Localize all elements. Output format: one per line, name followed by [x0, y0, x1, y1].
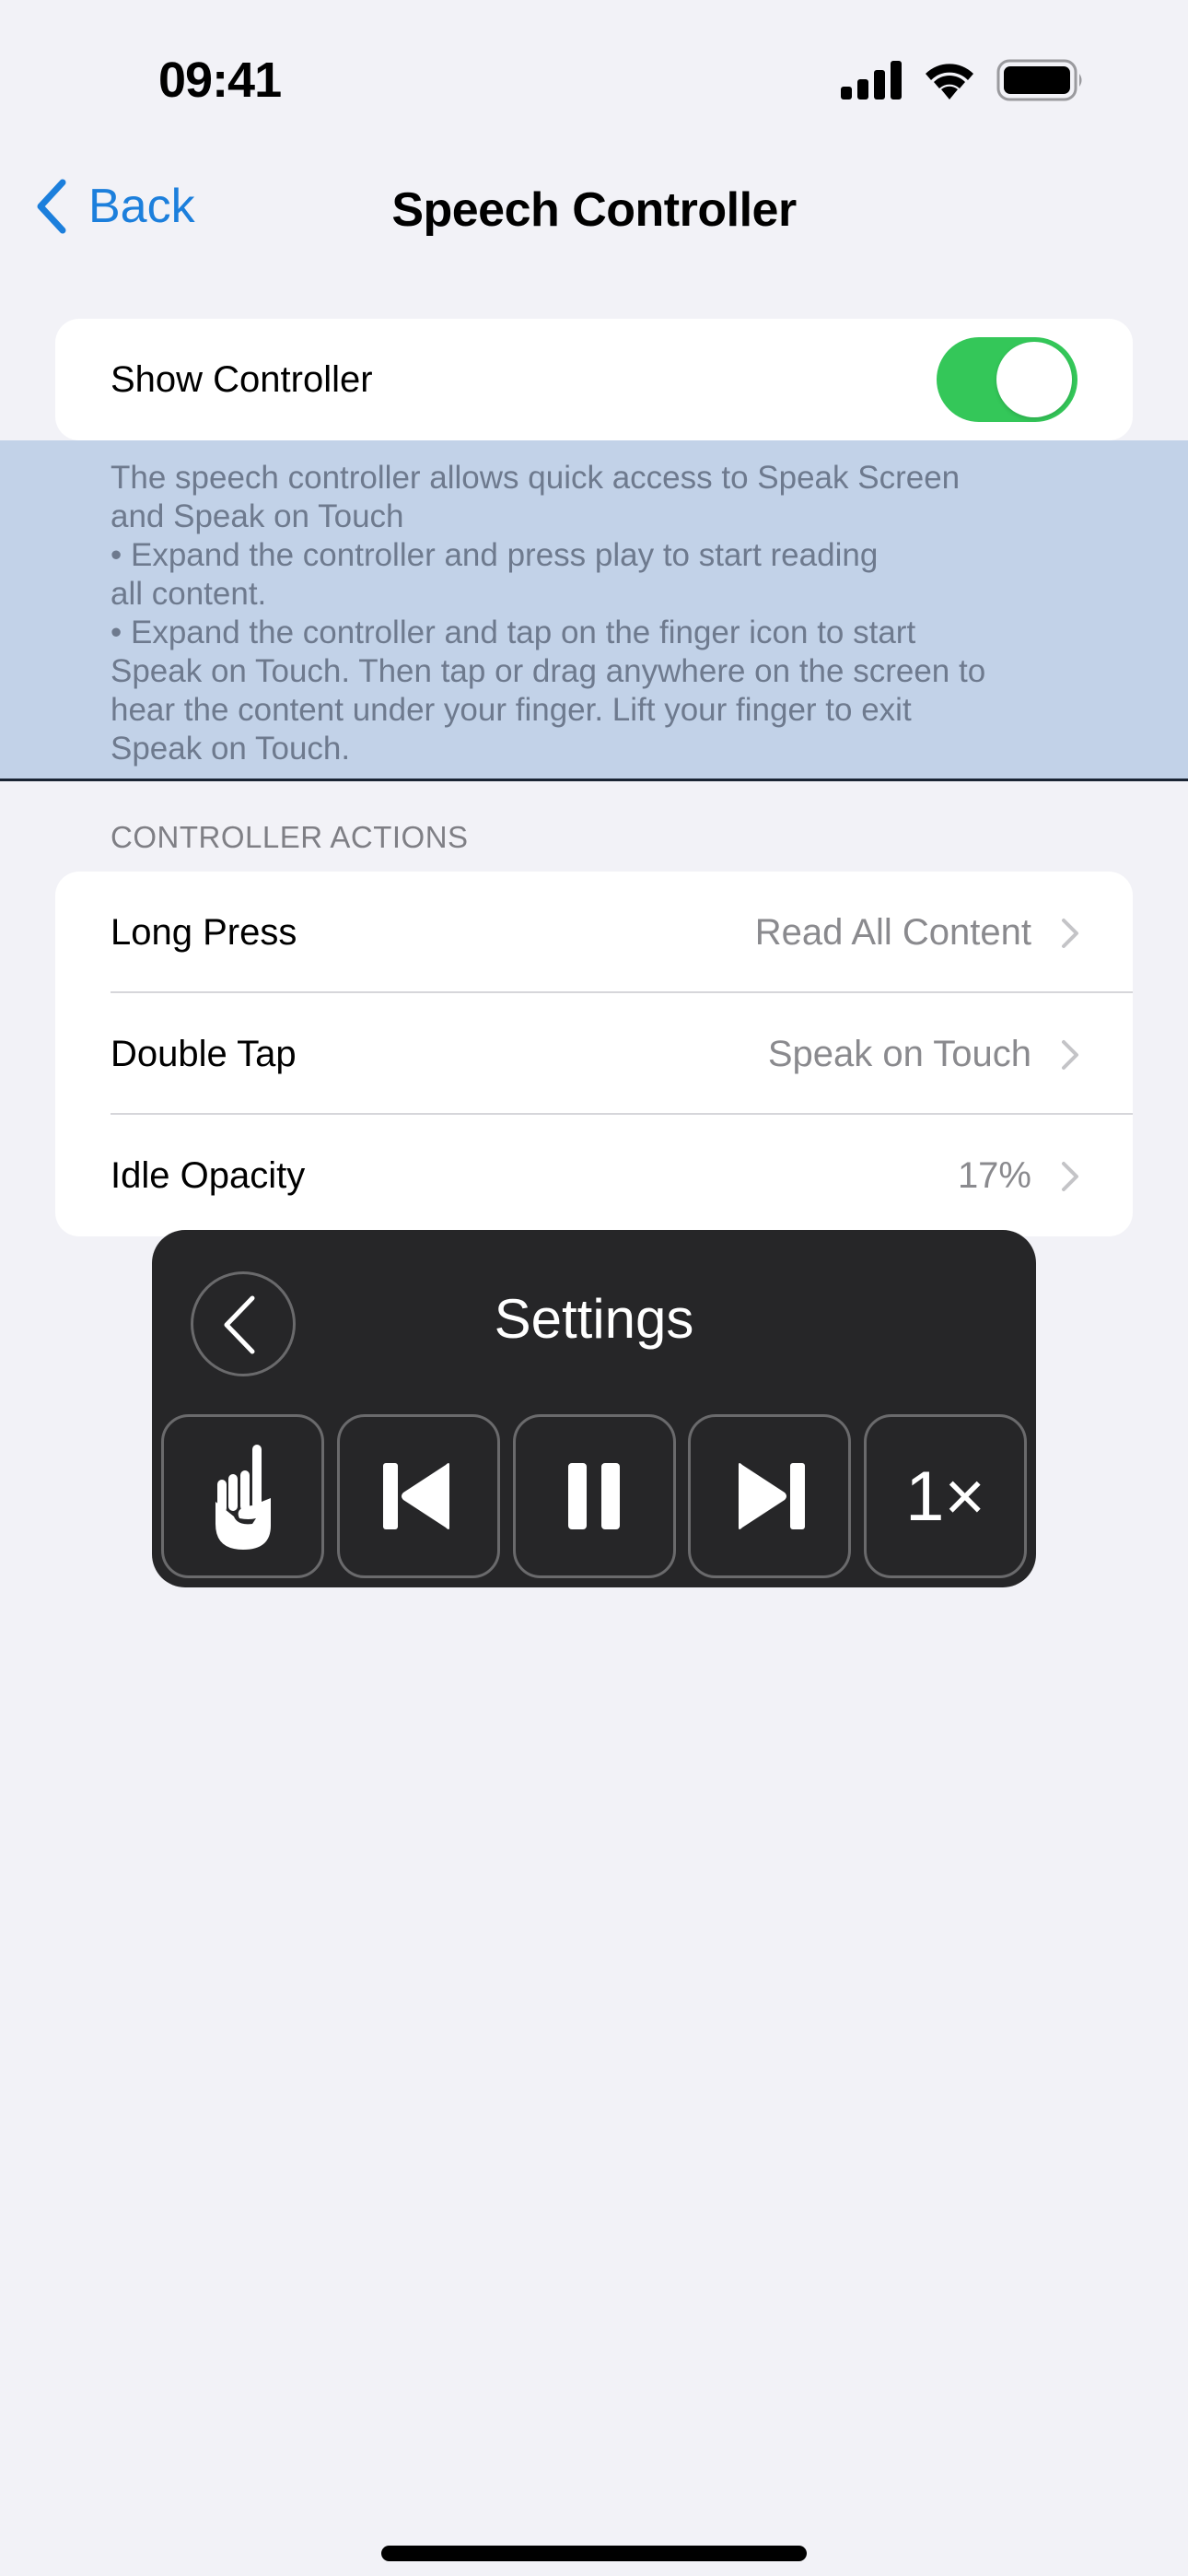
- row-value: 17%: [957, 1155, 1031, 1196]
- toggle-knob: [996, 342, 1072, 417]
- row-value: Read All Content: [754, 912, 1031, 953]
- navigation-bar: Back Speech Controller: [0, 175, 1188, 249]
- panel-buttons: 1×: [161, 1414, 1027, 1578]
- skip-backward-icon: [383, 1463, 450, 1529]
- chevron-right-icon: [1062, 1040, 1078, 1070]
- speech-controller-panel: Settings 1×: [152, 1230, 1036, 1587]
- battery-icon: [996, 59, 1082, 101]
- speed-button[interactable]: 1×: [864, 1414, 1027, 1578]
- page-title: Speech Controller: [391, 183, 797, 237]
- finger-point-icon: [215, 1445, 271, 1550]
- show-controller-label: Show Controller: [111, 359, 373, 400]
- pause-button[interactable]: [512, 1414, 676, 1578]
- skip-backward-button[interactable]: [336, 1414, 500, 1578]
- controller-actions-card: Long Press Read All Content Double Tap S…: [55, 872, 1133, 1236]
- row-label: Long Press: [111, 912, 297, 953]
- chevron-right-icon: [1062, 919, 1078, 948]
- status-time: 09:41: [158, 53, 282, 108]
- skip-forward-icon: [738, 1463, 805, 1529]
- double-tap-row[interactable]: Double Tap Speak on Touch: [55, 993, 1133, 1115]
- speed-label: 1×: [905, 1457, 985, 1536]
- footer-description-highlight: The speech controller allows quick acces…: [0, 440, 1188, 781]
- show-controller-toggle[interactable]: [937, 337, 1077, 422]
- row-label: Idle Opacity: [111, 1155, 306, 1196]
- chevron-right-icon: [1062, 1162, 1078, 1191]
- speak-on-touch-button[interactable]: [161, 1414, 324, 1578]
- skip-forward-button[interactable]: [688, 1414, 852, 1578]
- footer-description: The speech controller allows quick acces…: [111, 460, 986, 767]
- idle-opacity-row[interactable]: Idle Opacity 17%: [55, 1115, 1133, 1236]
- row-label: Double Tap: [111, 1034, 297, 1074]
- section-header-controller-actions: CONTROLLER ACTIONS: [111, 820, 469, 854]
- wifi-icon: [926, 64, 973, 100]
- show-controller-card: Show Controller: [55, 319, 1133, 440]
- cellular-signal-icon: [841, 61, 902, 100]
- pause-icon: [568, 1463, 620, 1529]
- long-press-row[interactable]: Long Press Read All Content: [55, 872, 1133, 993]
- row-value: Speak on Touch: [767, 1034, 1031, 1074]
- home-indicator[interactable]: [381, 2546, 807, 2561]
- panel-title: Settings: [494, 1288, 694, 1350]
- status-bar: 09:41: [0, 0, 1188, 147]
